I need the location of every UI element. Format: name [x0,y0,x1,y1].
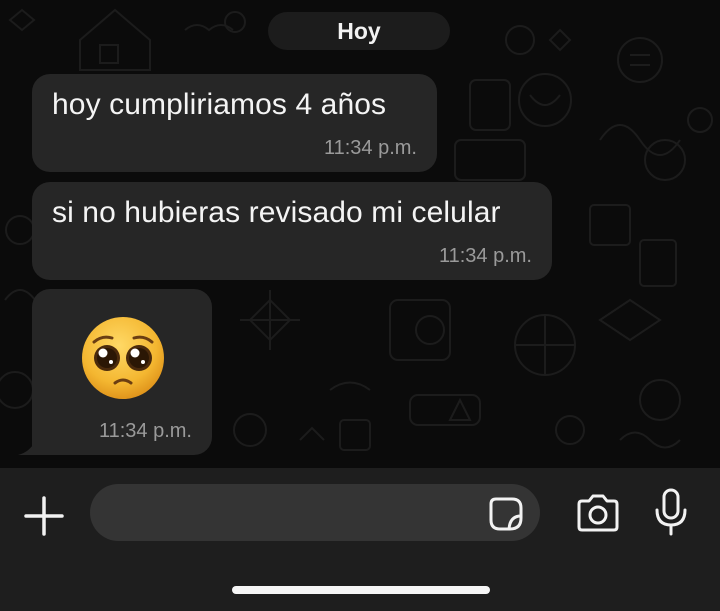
message-timestamp: 11:34 p.m. [438,245,532,267]
composer-bar [0,468,720,611]
message-text: hoy cumpliriamos 4 años [52,88,387,121]
camera-icon[interactable] [575,494,621,532]
home-indicator[interactable] [232,586,490,594]
bubble-tail [18,440,42,455]
sticker-icon[interactable] [488,496,524,532]
date-separator: Hoy [268,12,450,50]
plus-icon[interactable] [22,494,66,538]
message-input-field[interactable] [90,484,540,541]
message-bubble[interactable]: si no hubieras revisado mi celular 11:34… [32,182,552,280]
message-timestamp: 11:34 p.m. [323,137,417,159]
message-bubble[interactable]: hoy cumpliriamos 4 años 11:34 p.m. [32,74,437,172]
chat-area: Hoy hoy cumpliriamos 4 años 11:34 p.m. s… [0,0,720,468]
message-input[interactable] [110,484,490,541]
microphone-icon[interactable] [652,488,690,536]
pleading-face-emoji [80,315,166,401]
message-text: si no hubieras revisado mi celular [52,196,501,229]
message-timestamp: 11:34 p.m. [98,420,192,442]
message-bubble[interactable]: 11:34 p.m. [32,289,212,455]
